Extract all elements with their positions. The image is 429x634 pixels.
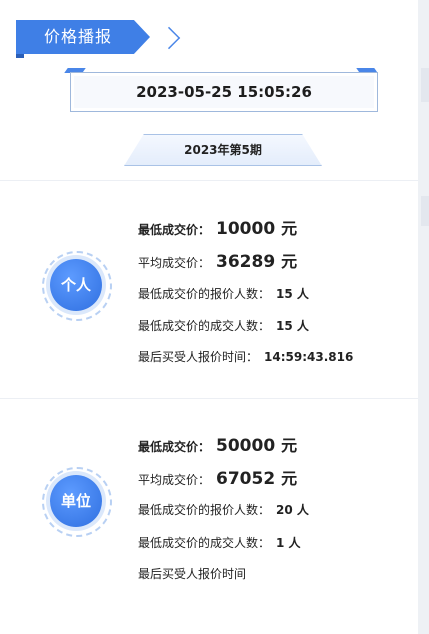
- section-title-tab: 价格播报: [16, 20, 150, 54]
- min-price-unit: 元: [281, 219, 298, 238]
- avg-price-label: 平均成交价：: [138, 473, 211, 487]
- company-badge-label: 单位: [50, 475, 102, 527]
- adjacent-card-edge: [421, 196, 429, 226]
- min-price-value: 10000: [216, 219, 276, 239]
- last-time-label: 最后买受人报价时间：: [138, 350, 259, 364]
- last-time-row: 最后买受人报价时间: [138, 565, 246, 582]
- min-deals-value: 1 人: [276, 536, 301, 550]
- min-price-row: 最低成交价： 10000 元: [138, 215, 297, 239]
- last-time-label: 最后买受人报价时间: [138, 567, 247, 581]
- avg-price-row: 平均成交价： 67052 元: [138, 465, 297, 489]
- min-bidders-value: 15 人: [276, 287, 309, 301]
- min-deals-label: 最低成交价的成交人数：: [138, 536, 271, 550]
- content-fade-overlay: [246, 554, 396, 588]
- min-bidders-label: 最低成交价的报价人数：: [138, 503, 271, 517]
- min-price-label: 最低成交价：: [138, 440, 211, 454]
- price-broadcast-card: 价格播报 2023-05-25 15:05:26 2023年第5期 个人 最低成…: [0, 0, 418, 634]
- last-time-value: 14:59:43.816: [264, 350, 354, 364]
- adjacent-card-edge: [421, 68, 429, 102]
- avg-price-row: 平均成交价： 36289 元: [138, 248, 297, 272]
- min-deals-row: 最低成交价的成交人数： 15 人: [138, 317, 309, 334]
- min-deals-row: 最低成交价的成交人数： 1 人: [138, 534, 301, 551]
- company-badge: 单位: [42, 467, 112, 537]
- min-price-label: 最低成交价：: [138, 223, 211, 237]
- chevron-right-icon: [157, 26, 181, 50]
- broadcast-datetime: 2023-05-25 15:05:26: [70, 72, 378, 112]
- min-price-unit: 元: [281, 436, 298, 455]
- min-bidders-row: 最低成交价的报价人数： 15 人: [138, 285, 309, 302]
- personal-badge-label: 个人: [50, 259, 102, 311]
- min-bidders-row: 最低成交价的报价人数： 20 人: [138, 501, 309, 518]
- avg-price-value: 67052: [216, 469, 276, 489]
- min-price-row: 最低成交价： 50000 元: [138, 432, 297, 456]
- min-price-value: 50000: [216, 436, 276, 456]
- min-deals-value: 15 人: [276, 319, 309, 333]
- avg-price-value: 36289: [216, 252, 276, 272]
- period-badge: 2023年第5期: [124, 134, 322, 166]
- avg-price-unit: 元: [281, 252, 298, 271]
- min-deals-label: 最低成交价的成交人数：: [138, 319, 271, 333]
- min-bidders-label: 最低成交价的报价人数：: [138, 287, 271, 301]
- last-time-row: 最后买受人报价时间： 14:59:43.816: [138, 348, 353, 365]
- tab-shadow-decoration: [16, 54, 24, 58]
- personal-badge: 个人: [42, 251, 112, 321]
- avg-price-label: 平均成交价：: [138, 256, 211, 270]
- min-bidders-value: 20 人: [276, 503, 309, 517]
- avg-price-unit: 元: [281, 469, 298, 488]
- personal-section: 个人 最低成交价： 10000 元 平均成交价： 36289 元 最低成交价的报价人数：…: [0, 181, 418, 396]
